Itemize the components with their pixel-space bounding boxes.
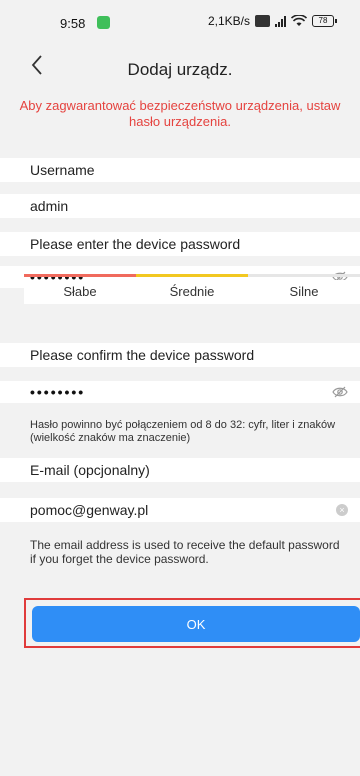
page-title: Dodaj urządz. xyxy=(127,60,233,79)
strength-weak-segment xyxy=(24,274,136,277)
strength-weak-label: Słabe xyxy=(63,284,97,299)
email-label: E-mail (opcjonalny) xyxy=(30,462,150,478)
password-strength-bar xyxy=(24,274,360,278)
clear-icon[interactable]: × xyxy=(336,504,348,516)
confirm-label: Please confirm the device password xyxy=(30,347,255,363)
nfc-icon xyxy=(255,15,270,27)
email-value: pomoc@genway.pl xyxy=(30,502,149,518)
strength-medium-segment xyxy=(136,274,248,277)
strength-strong-label: Silne xyxy=(289,284,319,299)
confirm-label-row: Please confirm the device password xyxy=(0,343,360,367)
email-hint: The email address is used to receive the… xyxy=(30,538,340,566)
ok-button-highlight: OK xyxy=(24,598,360,648)
username-label: Username xyxy=(30,162,95,178)
battery-icon: 78 xyxy=(312,15,337,27)
ok-button[interactable]: OK xyxy=(32,606,360,642)
strength-strong-segment xyxy=(248,274,360,277)
status-time: 9:58 xyxy=(60,16,86,31)
wifi-icon xyxy=(291,15,307,26)
password-strength-labels: Słabe Średnie Silne xyxy=(24,280,360,304)
username-label-row: Username xyxy=(0,158,360,182)
username-field[interactable]: admin xyxy=(0,194,360,218)
eye-off-icon[interactable] xyxy=(332,384,348,400)
password-hint: Hasło powinno być połączeniem od 8 do 32… xyxy=(30,419,336,444)
confirm-password-input[interactable]: •••••••• xyxy=(0,381,360,403)
status-bar: 9:58 2,1KB/s 78 xyxy=(0,0,360,42)
security-warning: Aby zagwarantować bezpieczeństwo urządze… xyxy=(19,98,341,129)
email-input[interactable]: pomoc@genway.pl × xyxy=(0,498,360,522)
network-speed: 2,1KB/s xyxy=(207,14,250,28)
notification-app-icon xyxy=(97,16,110,29)
username-value: admin xyxy=(30,198,69,214)
password-label-row: Please enter the device password xyxy=(0,232,360,256)
status-indicators: 2,1KB/s 78 xyxy=(207,14,337,28)
email-label-row: E-mail (opcjonalny) xyxy=(0,458,360,482)
confirm-masked: •••••••• xyxy=(30,384,86,400)
password-label: Please enter the device password xyxy=(30,236,241,252)
signal-icon xyxy=(275,15,286,27)
app-header: Dodaj urządz. xyxy=(0,46,360,94)
strength-medium-label: Średnie xyxy=(169,284,215,299)
